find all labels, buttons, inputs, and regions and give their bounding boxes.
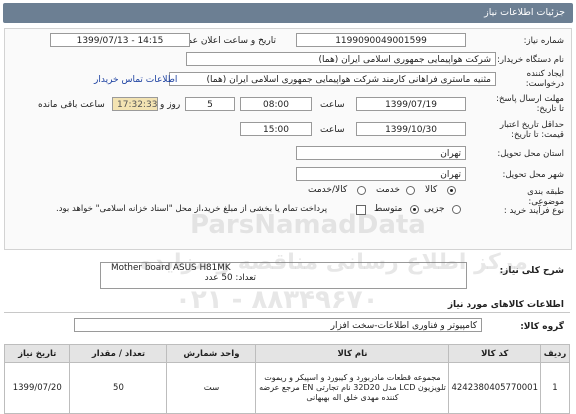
process-radio-minor[interactable] <box>452 205 461 214</box>
header-bar: جزئیات اطلاعات نیاز <box>3 3 573 23</box>
deadline-date-field[interactable]: 1399/07/19 <box>356 97 466 111</box>
goods-table: ردیف کد کالا نام کالا واحد شمارش تعداد /… <box>3 344 570 414</box>
col-header-unit: واحد شمارش <box>166 344 257 363</box>
treasury-checkbox[interactable] <box>356 205 366 215</box>
category-option-goods: کالا <box>425 185 438 195</box>
process-option-medium: متوسط <box>374 204 403 214</box>
goods-group-label: گروه کالا: <box>520 322 564 332</box>
remaining-label: ساعت باقی مانده <box>38 100 105 110</box>
goods-group-field[interactable]: کامپیوتر و فناوری اطلاعات-سخت افزار <box>74 318 482 332</box>
validity-date-field[interactable]: 1399/10/30 <box>356 122 466 136</box>
need-number-field[interactable]: 1199090049001599 <box>296 33 466 47</box>
buyer-label: نام دستگاه خریدار: <box>497 55 564 65</box>
process-label: نوع فرآیند خرید : <box>503 206 564 216</box>
category-option-both: کالا/خدمت <box>308 185 348 195</box>
cell-date: 1399/07/20 <box>3 362 71 414</box>
creator-field[interactable]: مثنیه ماستری فراهانی کارمند شرکت هواپیما… <box>169 72 496 86</box>
remaining-time-field: 17:32:33 <box>112 97 158 111</box>
deadline-time-field[interactable]: 08:00 <box>240 97 312 111</box>
province-field[interactable]: تهران <box>296 146 466 160</box>
table-row[interactable]: 1 4242380405770001 مجموعه قطعات مادربورد… <box>3 362 570 414</box>
page: جزئیات اطلاعات نیاز شماره نیاز: 11990900… <box>0 0 576 414</box>
description-label: شرح کلی نیاز: <box>499 266 564 276</box>
description-box[interactable]: Mother board ASUS H81MK تعداد: 50 عدد <box>100 262 467 289</box>
deadline-time-label: ساعت <box>320 100 345 110</box>
page-title: جزئیات اطلاعات نیاز <box>484 7 565 18</box>
cell-name: مجموعه قطعات مادربورد و کیبورد و اسپیکر … <box>255 362 450 414</box>
process-option-minor: جزیی <box>424 204 445 214</box>
days-label: روز و <box>160 100 181 110</box>
city-label: شهر محل تحویل: <box>502 170 564 180</box>
col-header-code: کد کالا <box>448 344 541 363</box>
cell-quantity: 50 <box>69 362 168 414</box>
cell-row-number: 1 <box>540 362 570 414</box>
goods-section-title: اطلاعات کالاهای مورد نیاز <box>447 300 564 310</box>
validity-time-label: ساعت <box>320 125 345 135</box>
category-radio-goods[interactable] <box>447 186 456 195</box>
validity-label: حداقل تاریخ اعتبار قیمت: تا تاریخ: <box>499 120 564 140</box>
col-header-name: نام کالا <box>255 344 450 363</box>
category-radio-both[interactable] <box>357 186 366 195</box>
table-header-row: ردیف کد کالا نام کالا واحد شمارش تعداد /… <box>3 344 570 363</box>
col-header-date: تاریخ نیاز <box>3 344 71 363</box>
category-radio-service[interactable] <box>406 186 415 195</box>
cell-code: 4242380405770001 <box>448 362 541 414</box>
watermark-phone: ۰۲۱ - ۸۸۳۴۹۶۷۰ <box>175 285 379 315</box>
description-line-2: تعداد: 50 عدد <box>204 273 256 283</box>
section-divider <box>4 312 570 313</box>
announce-field[interactable]: 1399/07/13 - 14:15 <box>50 33 190 47</box>
city-field[interactable]: تهران <box>296 167 466 181</box>
creator-label: ایجاد کننده درخواست: <box>525 69 564 89</box>
description-line-1: Mother board ASUS H81MK <box>111 263 231 273</box>
days-field[interactable]: 5 <box>185 97 235 111</box>
cell-unit: ست <box>166 362 257 414</box>
contact-link[interactable]: اطلاعات تماس خریدار <box>94 75 177 85</box>
province-label: استان محل تحویل: <box>497 149 564 159</box>
category-option-service: خدمت <box>376 185 400 195</box>
col-header-row-number: ردیف <box>540 344 570 363</box>
category-label: طبقه بندی موضوعی: <box>527 187 564 207</box>
deadline-label: مهلت ارسال پاسخ: تا تاریخ: <box>496 94 564 114</box>
payment-note: پرداخت تمام یا بخشی از مبلغ خرید،از محل … <box>56 204 328 214</box>
col-header-quantity: تعداد / مقدار <box>69 344 168 363</box>
process-radio-medium[interactable] <box>410 205 419 214</box>
buyer-field[interactable]: شرکت هواپیمایی جمهوری اسلامی ایران (هما) <box>186 52 496 66</box>
need-number-label: شماره نیاز: <box>523 36 564 46</box>
validity-time-field[interactable]: 15:00 <box>240 122 312 136</box>
